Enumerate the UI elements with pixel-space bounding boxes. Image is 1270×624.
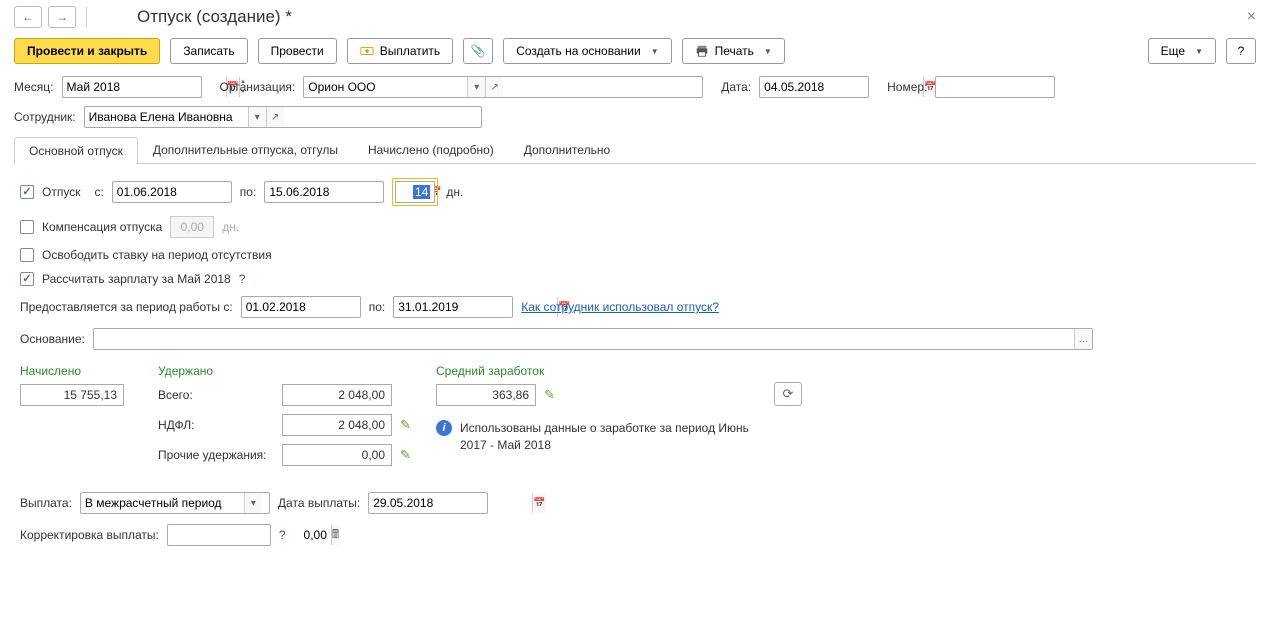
more-button[interactable]: Еще ▼ bbox=[1148, 38, 1216, 64]
other-label: Прочие удержания: bbox=[158, 448, 274, 462]
days-input[interactable]: 14 bbox=[395, 181, 435, 203]
nav-back-button[interactable]: ← bbox=[14, 6, 42, 28]
pencil-icon[interactable]: ✎ bbox=[400, 447, 411, 463]
open-icon[interactable]: ↗ bbox=[266, 107, 284, 127]
help-link[interactable]: ? bbox=[279, 528, 286, 542]
page-title: Отпуск (создание) * bbox=[137, 7, 292, 27]
days-unit: дн. bbox=[446, 185, 463, 199]
info-icon: i bbox=[436, 420, 452, 436]
tab-main[interactable]: Основной отпуск bbox=[14, 137, 138, 164]
tab-accrued[interactable]: Начислено (подробно) bbox=[353, 136, 509, 163]
to-label: по: bbox=[240, 185, 257, 199]
create-based-button[interactable]: Создать на основании ▼ bbox=[503, 38, 671, 64]
number-label: Номер: bbox=[887, 80, 927, 94]
open-icon[interactable]: ↗ bbox=[485, 77, 503, 97]
attach-button[interactable]: 📎 bbox=[463, 38, 493, 64]
help-button[interactable]: ? bbox=[1226, 38, 1256, 64]
compensation-label: Компенсация отпуска bbox=[42, 220, 162, 234]
total-value[interactable]: 2 048,00 bbox=[282, 384, 392, 406]
money-icon bbox=[360, 44, 374, 58]
payout-label: Выплата: bbox=[20, 496, 72, 510]
info-text: Использованы данные о заработке за перио… bbox=[460, 420, 756, 454]
dropdown-icon[interactable]: ▾ bbox=[244, 493, 262, 513]
calc-salary-label: Рассчитать зарплату за Май 2018 bbox=[42, 272, 231, 286]
org-input[interactable] bbox=[304, 77, 467, 97]
from-label: с: bbox=[94, 185, 103, 199]
vacation-label: Отпуск bbox=[42, 185, 80, 199]
tabs: Основной отпуск Дополнительные отпуска, … bbox=[14, 136, 1256, 164]
total-label: Всего: bbox=[158, 388, 274, 402]
employee-label: Сотрудник: bbox=[14, 110, 76, 124]
payout-select[interactable] bbox=[81, 493, 244, 513]
accrued-value[interactable]: 15 755,13 bbox=[20, 384, 124, 406]
printer-icon bbox=[695, 44, 709, 58]
pencil-icon[interactable]: ✎ bbox=[544, 387, 555, 403]
month-label: Месяц: bbox=[14, 80, 54, 94]
calendar-icon[interactable]: 📅 bbox=[532, 493, 545, 513]
calculator-icon[interactable]: 🖩 bbox=[331, 525, 339, 545]
chevron-down-icon: ▼ bbox=[651, 47, 659, 56]
pay-button[interactable]: Выплатить bbox=[347, 38, 454, 64]
help-link[interactable]: ? bbox=[239, 272, 246, 286]
dropdown-icon[interactable]: ▾ bbox=[248, 107, 266, 127]
payout-date-label: Дата выплаты: bbox=[278, 496, 360, 510]
date-label: Дата: bbox=[721, 80, 751, 94]
calc-salary-checkbox[interactable] bbox=[20, 272, 34, 286]
save-button[interactable]: Записать bbox=[170, 38, 247, 64]
nav-forward-button[interactable]: → bbox=[48, 6, 76, 28]
paperclip-icon: 📎 bbox=[471, 44, 486, 58]
post-button[interactable]: Провести bbox=[258, 38, 337, 64]
vacation-checkbox[interactable] bbox=[20, 185, 34, 199]
chevron-down-icon: ▼ bbox=[764, 47, 772, 56]
release-checkbox[interactable] bbox=[20, 248, 34, 262]
pencil-icon[interactable]: ✎ bbox=[400, 417, 411, 433]
close-icon[interactable]: × bbox=[1247, 8, 1256, 26]
chevron-down-icon: ▼ bbox=[1195, 47, 1203, 56]
compensation-input: 0,00 bbox=[170, 216, 214, 238]
basis-label: Основание: bbox=[20, 332, 85, 346]
ndfl-label: НДФЛ: bbox=[158, 418, 274, 432]
ndfl-value[interactable]: 2 048,00 bbox=[282, 414, 392, 436]
separator bbox=[86, 7, 87, 27]
ellipsis-icon[interactable]: … bbox=[1074, 329, 1092, 349]
days-highlight: 14 bbox=[392, 178, 438, 206]
basis-input[interactable] bbox=[94, 329, 1074, 349]
other-value[interactable]: 0,00 bbox=[282, 444, 392, 466]
period-to-label: по: bbox=[369, 300, 386, 314]
compensation-checkbox[interactable] bbox=[20, 220, 34, 234]
correction-label: Корректировка выплаты: bbox=[20, 528, 159, 542]
number-input[interactable] bbox=[936, 77, 1099, 97]
tab-additional[interactable]: Дополнительно bbox=[509, 136, 625, 163]
accrued-head: Начислено bbox=[20, 364, 140, 378]
post-and-close-button[interactable]: Провести и закрыть bbox=[14, 38, 160, 64]
usage-link[interactable]: Как сотрудник использовал отпуск? bbox=[521, 300, 719, 314]
withheld-head: Удержано bbox=[158, 364, 418, 378]
tab-extra[interactable]: Дополнительные отпуска, отгулы bbox=[138, 136, 353, 163]
print-button[interactable]: Печать ▼ bbox=[682, 38, 785, 64]
dropdown-icon[interactable]: ▾ bbox=[467, 77, 485, 97]
correction-input[interactable] bbox=[168, 525, 331, 545]
month-input[interactable] bbox=[63, 77, 226, 97]
avg-head: Средний заработок bbox=[436, 364, 756, 378]
org-label: Организация: bbox=[220, 80, 296, 94]
refresh-icon: ⟳ bbox=[783, 386, 794, 402]
compensation-unit: дн. bbox=[222, 220, 239, 234]
avg-value[interactable]: 363,86 bbox=[436, 384, 536, 406]
employee-input[interactable] bbox=[85, 107, 248, 127]
payout-date-input[interactable] bbox=[369, 493, 532, 513]
period-label: Предоставляется за период работы с: bbox=[20, 300, 233, 314]
refresh-button[interactable]: ⟳ bbox=[774, 382, 802, 406]
release-label: Освободить ставку на период отсутствия bbox=[42, 248, 272, 262]
